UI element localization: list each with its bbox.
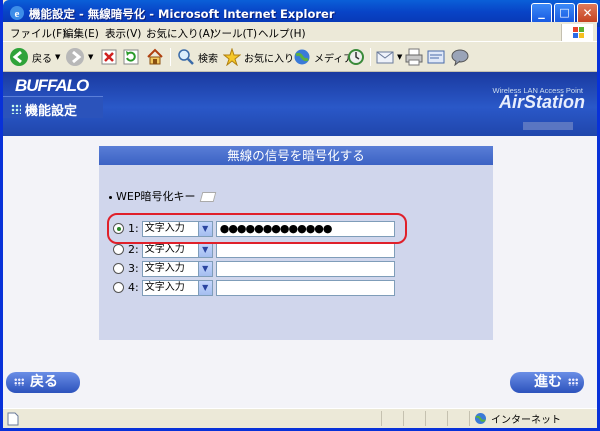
maximize-button[interactable]: □	[554, 3, 575, 24]
key-4-mode-value: 文字入力	[144, 281, 185, 293]
key-2-radio[interactable]	[113, 244, 124, 255]
home-icon	[147, 48, 163, 65]
next-nav-label: 進む	[534, 374, 562, 390]
key-3-radio[interactable]	[113, 263, 124, 274]
menu-bar: ファイル(F) 編集(E) 表示(V) お気に入り(A) ツール(T) ヘルプ(…	[3, 22, 597, 42]
search-icon	[178, 49, 194, 65]
chevron-down-icon: ▼	[197, 280, 212, 295]
mail-icon	[376, 51, 394, 64]
key-4-mode-select[interactable]: 文字入力 ▼	[141, 279, 213, 296]
back-label: 戻る	[32, 53, 52, 65]
search-label: 検索	[198, 53, 218, 65]
browser-window: e 機能設定 - 無線暗号化 - Microsoft Internet Expl…	[0, 0, 600, 431]
menu-favorites[interactable]: お気に入り(A)	[146, 26, 214, 41]
key-2-label: 2:	[128, 243, 139, 256]
model-badge	[523, 122, 573, 130]
mail-button[interactable]: ▼	[376, 46, 402, 68]
key-row-4: 4: 文字入力 ▼	[113, 279, 395, 296]
refresh-button[interactable]	[123, 46, 139, 68]
back-nav-button[interactable]: 戻る	[6, 372, 80, 393]
key-3-mode-value: 文字入力	[144, 262, 185, 274]
home-button[interactable]	[146, 46, 164, 68]
key-4-radio[interactable]	[113, 282, 124, 293]
internet-globe-icon	[475, 413, 486, 424]
key-3-input[interactable]	[215, 260, 395, 277]
menu-help[interactable]: ヘルプ(H)	[258, 26, 306, 41]
history-icon	[348, 49, 364, 65]
key-4-input[interactable]	[215, 279, 395, 296]
toolbar: 戻る ▼ ▼ 検索 お気に入り メディア ▼	[3, 42, 597, 72]
forward-button[interactable]: ▼	[65, 46, 93, 68]
panel-title: 無線の信号を暗号化する	[99, 146, 493, 165]
next-nav-button[interactable]: 進む	[510, 372, 584, 393]
help-memo-icon[interactable]	[200, 192, 217, 202]
edit-page-icon	[427, 50, 445, 64]
print-button[interactable]	[405, 46, 423, 68]
messenger-icon	[451, 49, 469, 66]
status-cell	[425, 411, 447, 426]
key-2-mode-value: 文字入力	[144, 243, 185, 255]
history-button[interactable]	[347, 46, 365, 68]
toolbar-separator	[170, 48, 171, 66]
chevron-down-icon: ▼	[197, 242, 212, 257]
edit-button[interactable]	[427, 46, 445, 68]
stop-icon	[101, 49, 117, 65]
forward-arrow-icon	[66, 48, 84, 66]
grid-dots-icon	[11, 104, 21, 114]
star-icon	[223, 48, 241, 66]
toolbar-separator	[370, 48, 371, 66]
status-cell	[381, 411, 403, 426]
key-4-label: 4:	[128, 281, 139, 294]
product-name: AirStation	[498, 92, 585, 112]
grid-dots-icon	[14, 378, 24, 386]
buffalo-logo: BUFFALO	[15, 76, 89, 95]
favorites-label: お気に入り	[244, 53, 294, 65]
status-cell	[403, 411, 425, 426]
status-bar: インターネット	[3, 408, 597, 428]
stop-button[interactable]	[101, 46, 117, 68]
key-1-highlight-annotation	[107, 213, 407, 244]
messenger-button[interactable]	[451, 46, 469, 68]
menu-edit[interactable]: 編集(E)	[63, 26, 99, 41]
grid-dots-icon	[568, 378, 578, 386]
ie-app-icon: e	[10, 6, 24, 20]
page-icon	[7, 412, 19, 426]
back-nav-label: 戻る	[30, 374, 58, 390]
section-title: 機能設定	[25, 104, 78, 119]
back-arrow-icon	[10, 48, 28, 66]
svg-text:e: e	[15, 8, 20, 20]
page-header: BUFFALO 機能設定 Wireless LAN Access Point A…	[3, 72, 597, 136]
security-zone: インターネット	[469, 411, 595, 426]
wep-key-heading: WEP暗号化キー	[109, 188, 217, 204]
windows-logo-icon	[561, 24, 593, 41]
status-cell	[447, 411, 469, 426]
menu-tools[interactable]: ツール(T)	[211, 26, 257, 41]
wep-key-label: WEP暗号化キー	[116, 190, 196, 203]
printer-icon	[405, 48, 423, 66]
key-3-mode-select[interactable]: 文字入力 ▼	[141, 260, 213, 277]
key-3-label: 3:	[128, 262, 139, 275]
media-button[interactable]: メディア	[293, 46, 353, 68]
media-globe-icon	[294, 49, 310, 65]
page-content: BUFFALO 機能設定 Wireless LAN Access Point A…	[3, 72, 597, 408]
menu-file[interactable]: ファイル(F)	[10, 26, 66, 41]
key-row-3: 3: 文字入力 ▼	[113, 260, 395, 277]
search-button[interactable]: 検索	[177, 46, 218, 68]
minimize-button[interactable]: _	[531, 3, 552, 24]
back-button[interactable]: 戻る ▼	[9, 46, 60, 68]
close-button[interactable]: ✕	[577, 3, 598, 24]
window-title: 機能設定 - 無線暗号化 - Microsoft Internet Explor…	[29, 7, 335, 21]
chevron-down-icon: ▼	[197, 261, 212, 276]
menu-view[interactable]: 表示(V)	[105, 26, 141, 41]
favorites-button[interactable]: お気に入り	[223, 46, 294, 68]
refresh-icon	[123, 49, 139, 65]
zone-label: インターネット	[491, 415, 561, 426]
